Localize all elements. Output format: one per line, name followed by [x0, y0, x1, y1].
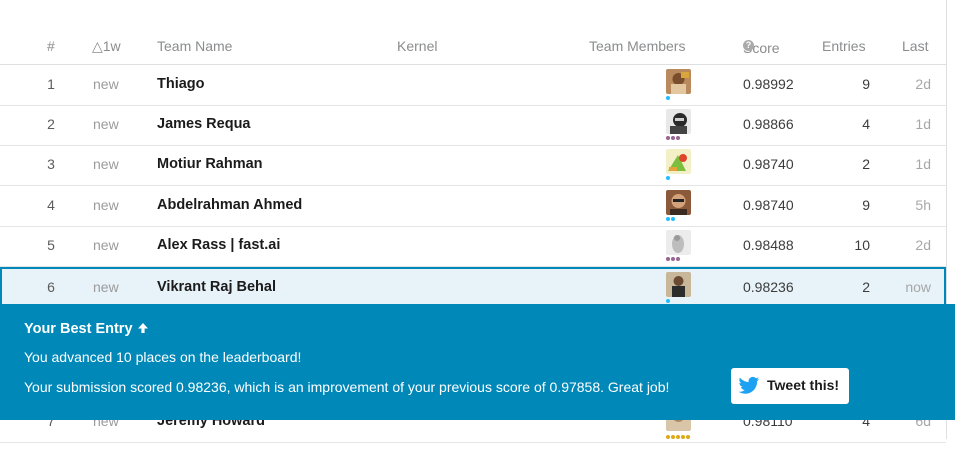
avatar[interactable] [666, 149, 691, 174]
tweet-button[interactable]: Tweet this! [731, 368, 849, 404]
banner-title: Your Best Entry [24, 321, 149, 337]
row-score: 0.98866 [743, 116, 794, 132]
row-rank: 1 [47, 76, 55, 92]
row-delta: new [93, 116, 119, 132]
row-team-name[interactable]: Vikrant Raj Behal [157, 279, 276, 295]
row-delta: new [93, 197, 119, 213]
tier-dots [666, 435, 691, 439]
row-score: 0.98740 [743, 156, 794, 172]
table-row[interactable]: 1 new Thiago 0.98992 9 2d [0, 65, 946, 106]
row-entries: 2 [862, 156, 870, 172]
row-team-name[interactable]: Abdelrahman Ahmed [157, 197, 302, 213]
row-score: 0.98740 [743, 197, 794, 213]
banner-title-text: Your Best Entry [24, 321, 133, 337]
row-delta: new [93, 156, 119, 172]
avatar[interactable] [666, 272, 691, 297]
row-rank: 5 [47, 237, 55, 253]
tier-dots [666, 176, 671, 180]
row-team-name[interactable]: James Requa [157, 116, 251, 132]
tier-dots [666, 96, 671, 100]
help-icon[interactable]: ? [743, 40, 754, 51]
row-entries: 9 [862, 76, 870, 92]
twitter-bird-icon [738, 376, 760, 394]
table-row[interactable]: 3 new Motiur Rahman 0.98740 2 1d [0, 145, 946, 186]
row-last: 5h [915, 197, 931, 213]
header-team-members: Team Members [589, 38, 686, 54]
row-last: 1d [915, 156, 931, 172]
row-score: 0.98488 [743, 237, 794, 253]
header-last[interactable]: Last [902, 38, 928, 54]
row-delta: new [93, 237, 119, 253]
tier-dots [666, 136, 681, 140]
table-row[interactable]: 2 new James Requa 0.98866 4 1d [0, 105, 946, 146]
tier-dots [666, 217, 676, 221]
row-entries: 9 [862, 197, 870, 213]
arrow-up-icon [137, 323, 148, 333]
row-team-name[interactable]: Motiur Rahman [157, 156, 263, 172]
row-score: 0.98236 [743, 279, 794, 295]
row-score: 0.98992 [743, 76, 794, 92]
row-team-name[interactable]: Thiago [157, 76, 205, 92]
table-row[interactable]: 4 new Abdelrahman Ahmed 0.98740 9 5h [0, 186, 946, 227]
best-entry-banner: Your Best Entry You advanced 10 places o… [0, 304, 955, 420]
row-entries: 4 [862, 116, 870, 132]
avatar[interactable] [666, 230, 691, 255]
table-row[interactable]: 5 new Alex Rass | fast.ai 0.98488 10 2d [0, 226, 946, 267]
table-row-current-user[interactable]: 6 new Vikrant Raj Behal 0.98236 2 now [0, 267, 946, 306]
banner-message-score: Your submission scored 0.98236, which is… [24, 379, 670, 395]
row-last: now [905, 279, 931, 295]
row-entries: 2 [862, 279, 870, 295]
row-rank: 6 [47, 279, 55, 295]
row-last: 2d [915, 76, 931, 92]
row-entries: 10 [854, 237, 870, 253]
header-kernel: Kernel [397, 38, 438, 54]
avatar[interactable] [666, 69, 691, 94]
header-delta[interactable]: △1w [92, 38, 121, 55]
row-delta: new [93, 76, 119, 92]
row-rank: 4 [47, 197, 55, 213]
row-team-name[interactable]: Alex Rass | fast.ai [157, 237, 280, 253]
avatar[interactable] [666, 190, 691, 215]
header-rank: # [47, 38, 55, 54]
avatar[interactable] [666, 109, 691, 134]
row-rank: 3 [47, 156, 55, 172]
header-entries[interactable]: Entries [822, 38, 866, 54]
header-team-name[interactable]: Team Name [157, 38, 232, 54]
banner-message-rank: You advanced 10 places on the leaderboar… [24, 349, 302, 365]
leaderboard-header: # △1w Team Name Kernel Team Members Scor… [0, 36, 947, 65]
row-last: 2d [915, 237, 931, 253]
tweet-button-label: Tweet this! [767, 377, 840, 393]
tier-dots [666, 299, 671, 303]
row-last: 1d [915, 116, 931, 132]
row-rank: 2 [47, 116, 55, 132]
tier-dots [666, 257, 681, 261]
row-delta: new [93, 279, 119, 295]
